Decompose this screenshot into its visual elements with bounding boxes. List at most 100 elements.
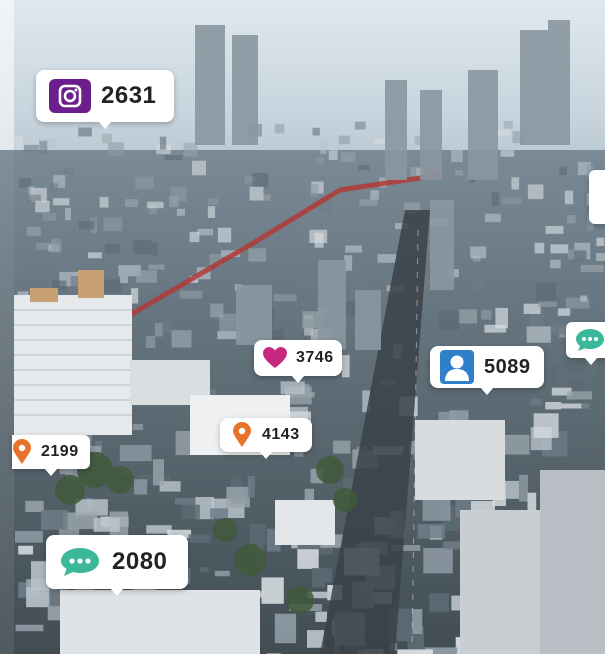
building-block [35,200,50,213]
badge-count: 3746 [296,349,334,366]
building-block [153,459,164,486]
heart-likes-badge: 3746 [254,340,342,383]
building-block [511,177,520,190]
building-block [370,190,379,200]
building-block [151,243,158,257]
heart-icon [262,346,288,370]
building-block [559,166,567,176]
building-block [536,282,557,301]
building-block [176,208,185,216]
building-block [207,206,216,218]
building-block [248,248,266,262]
building-block [175,431,192,456]
comments-badge: 2080 [46,535,188,596]
building-block [342,355,350,378]
followers-badge: 5089 [430,346,544,395]
building-block [179,290,203,299]
building-block [312,127,320,136]
building-block [135,176,154,190]
building-block [210,508,228,519]
building-block [533,413,559,438]
building-block [545,402,562,410]
building-block [159,136,167,150]
building-block [341,152,356,162]
building-block [551,366,558,388]
building-block [320,140,327,154]
building-block [429,593,449,612]
building-block [171,330,192,348]
building-block [15,624,44,632]
building-block [422,498,451,521]
building-block [566,391,592,400]
building-block [51,238,62,253]
building-block [423,548,453,574]
building-block [472,278,486,291]
building-block [550,259,561,269]
partial-badge-edge [589,170,605,224]
building-block [182,504,200,519]
building-block [26,586,51,608]
building-block [155,323,163,337]
building-block [252,172,269,188]
building-block [470,246,487,259]
building-block [247,476,255,498]
building-block [249,186,264,201]
badge-count: 5089 [484,355,531,378]
chat-bubble-icon [574,327,605,353]
location-pin-icon [232,422,252,448]
person-icon [440,350,474,384]
location-checkins-badge: 4143 [220,418,312,459]
building-block [135,270,157,283]
building-block [26,226,41,236]
building-block [15,531,43,543]
building-block [261,577,284,604]
building-block [162,322,171,333]
building-block [207,198,219,205]
building-block [189,231,200,243]
building-block [315,158,324,165]
building-block [14,136,23,150]
building-block [119,444,152,462]
building-block [133,240,152,255]
building-block [65,207,71,221]
building-block [526,326,551,343]
badge-count: 2080 [112,548,168,575]
building-block [580,295,588,302]
building-block [78,127,92,137]
building-block [311,568,326,588]
building-block [412,609,423,634]
building-block [103,217,123,231]
building-block [200,567,209,573]
building-block [557,308,571,316]
building-block [574,250,587,261]
badge-count: 4143 [262,426,300,443]
building-block [485,213,501,223]
building-block [210,303,224,318]
building-block [87,252,102,259]
building-block [519,474,529,502]
building-block [438,310,460,330]
building-block [52,198,70,206]
building-block [481,309,492,320]
building-block [471,500,495,512]
building-block [14,261,24,275]
building-block [314,232,324,248]
building-block [125,199,138,208]
building-block [19,178,32,188]
building-block [333,440,351,454]
building-block [175,498,198,505]
building-block [503,480,519,499]
chat-bubble-icon [58,545,102,579]
badge-count: 2631 [101,82,157,109]
building-block [596,237,605,247]
building-block [104,244,120,254]
building-block [273,294,297,302]
building-block [280,381,305,395]
building-block [40,510,68,530]
building-block [99,197,109,208]
building-block [438,411,456,421]
building-block [410,167,421,177]
building-block [262,194,271,201]
building-block [338,135,350,145]
building-block [417,524,446,539]
